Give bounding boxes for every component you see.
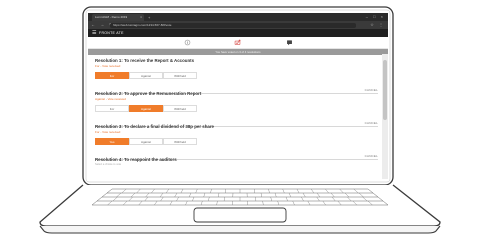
resolution-title: Resolution 1: To receive the Report & Ac… [95,58,195,63]
browser-tab[interactable]: Lumi AGM - Demo 2019 × [92,14,144,21]
vote-for-button[interactable]: Yes [95,138,129,145]
browser-menu-icon[interactable]: ☆ ⋮ [370,21,385,29]
resolution-card: Resolution 1: To receive the Report & Ac… [95,58,378,94]
address-bar-row: ← → ↻ ⌂ https://web.lumiagm.com/1234-567… [88,21,388,29]
vote-against-button[interactable]: Against [129,105,163,112]
resolution-card: Resolution 4: To reappoint the auditors … [95,157,378,166]
vote-icon[interactable] [234,39,241,46]
url-field[interactable]: https://web.lumiagm.com/1234-567-8/#/vot… [110,22,356,28]
resolution-list: Resolution 1: To receive the Report & Ac… [88,54,382,179]
tab-title: Lumi AGM - Demo 2019 [95,15,128,19]
vote-withheld-button[interactable]: Withheld [163,138,197,145]
vote-status: Against - Vote received [95,97,126,101]
qa-icon[interactable] [286,39,293,46]
resolution-card: Resolution 2: To approve the Remuneratio… [95,91,378,127]
browser-tab-bar: Lumi AGM - Demo 2019 × + – □ × [88,13,388,21]
vote-for-button[interactable]: For [95,105,129,112]
vote-options: For Against Withheld [95,72,378,79]
resolution-title: Resolution 4: To reappoint the auditors [95,157,177,162]
vote-options: For Against Withheld [95,105,378,112]
vote-against-button[interactable]: Against [129,72,163,79]
new-tab-icon[interactable]: + [148,14,150,21]
laptop-screen: Lumi AGM - Demo 2019 × + – □ × ← → ↻ ⌂ h… [88,13,388,179]
resolution-card: Resolution 3: To declare a final dividen… [95,124,378,160]
app-icon-bar [88,37,388,49]
window-controls[interactable]: – □ × [366,13,385,21]
resolution-title: Resolution 3: To declare a final dividen… [95,124,214,129]
vote-options: Yes Against Withheld [95,138,378,145]
vote-status: Select a choice to vote [95,163,122,166]
close-tab-icon[interactable]: × [140,14,142,21]
trackpad [193,207,287,223]
app-header: ☰ FRONTE ATE [88,29,388,37]
vote-status: For - Vote received [95,130,121,134]
info-icon[interactable] [184,39,191,46]
hamburger-menu-icon[interactable]: ☰ [92,29,96,37]
app-title: FRONTE ATE [99,31,124,35]
resolution-title: Resolution 2: To approve the Remuneratio… [95,91,202,96]
vote-against-button[interactable]: Against [129,138,163,145]
laptop-illustration: Lumi AGM - Demo 2019 × + – □ × ← → ↻ ⌂ h… [0,0,479,244]
vote-status: For - Vote received [95,64,121,68]
vote-withheld-button[interactable]: Withheld [163,72,197,79]
vote-for-button[interactable]: For [95,72,129,79]
vote-withheld-button[interactable]: Withheld [163,105,197,112]
scrollbar[interactable] [382,54,388,179]
scrollbar-thumb[interactable] [383,60,387,120]
